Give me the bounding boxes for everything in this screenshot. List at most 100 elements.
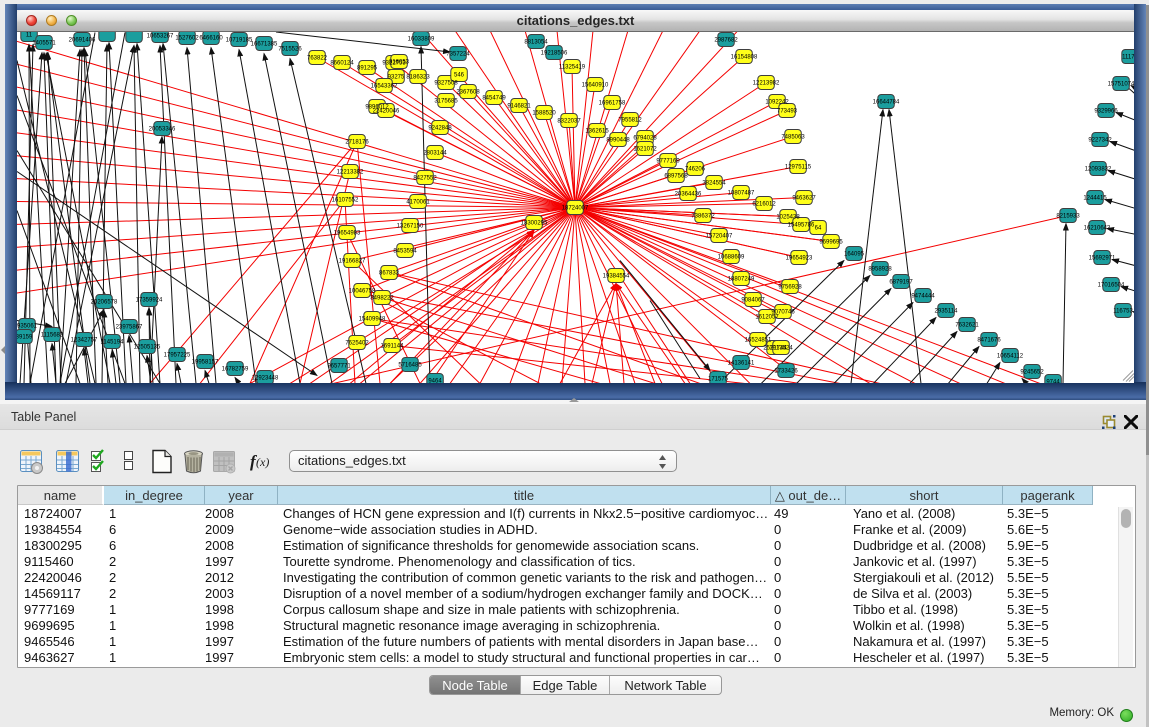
svg-text:16210643: 16210643 [1084, 225, 1111, 231]
svg-text:164095: 164095 [844, 251, 865, 257]
svg-text:2803144: 2803144 [423, 150, 447, 156]
svg-text:891295: 891295 [357, 65, 378, 71]
svg-text:16644784: 16644784 [873, 99, 900, 105]
svg-text:1145194: 1145194 [101, 339, 125, 345]
svg-text:7515526: 7515526 [278, 46, 302, 52]
svg-text:15720407: 15720407 [706, 233, 733, 239]
svg-text:867833: 867833 [379, 270, 400, 276]
svg-text:10688609: 10688609 [718, 254, 745, 260]
svg-text:6879197: 6879197 [889, 279, 913, 285]
svg-text:16961758: 16961758 [599, 100, 626, 106]
svg-text:11171: 11171 [1122, 54, 1134, 60]
svg-text:15409948: 15409948 [359, 316, 386, 322]
svg-text:1092242: 1092242 [765, 99, 789, 105]
svg-text:9756928: 9756928 [778, 284, 802, 290]
svg-text:1115682: 1115682 [41, 332, 64, 338]
svg-text:20206578: 20206578 [91, 299, 118, 305]
svg-text:6897568: 6897568 [664, 173, 688, 179]
svg-text:9245652: 9245652 [1020, 369, 1044, 375]
svg-text:16154808: 16154808 [731, 54, 758, 60]
svg-text:9242848: 9242848 [428, 125, 452, 131]
svg-text:20053346: 20053346 [149, 126, 176, 132]
svg-text:22420046: 22420046 [373, 108, 400, 114]
svg-text:16107552: 16107552 [332, 197, 359, 203]
svg-text:8958928: 8958928 [868, 266, 892, 272]
svg-text:9474444: 9474444 [911, 293, 935, 299]
svg-text:15692971: 15692971 [1089, 255, 1116, 261]
svg-text:1691144: 1691144 [381, 343, 405, 349]
svg-text:6466160: 6466160 [199, 35, 223, 41]
svg-text:7625402: 7625402 [345, 340, 369, 346]
svg-text:4170061: 4170061 [406, 199, 430, 205]
svg-text:1733426: 1733426 [774, 368, 798, 374]
svg-text:2987682: 2987682 [714, 37, 738, 43]
svg-text:11325419: 11325419 [559, 64, 586, 70]
svg-text:1913524: 1913524 [769, 345, 793, 351]
svg-text:64: 64 [815, 225, 822, 231]
svg-text:15751074: 15751074 [1108, 81, 1134, 87]
svg-text:13267150: 13267150 [397, 223, 424, 229]
svg-text:816053: 816053 [389, 59, 410, 65]
svg-text:7955812: 7955812 [618, 117, 642, 123]
svg-text:1405571: 1405571 [32, 40, 56, 46]
svg-text:16671385: 16671385 [251, 41, 278, 47]
svg-text:14136141: 14136141 [728, 360, 755, 366]
svg-text:2718176: 2718176 [345, 139, 369, 145]
svg-text:3175685: 3175685 [434, 98, 458, 104]
svg-text:16543362: 16543362 [371, 83, 398, 89]
svg-text:9777169: 9777169 [656, 158, 680, 164]
svg-text:10807487: 10807487 [728, 190, 755, 196]
svg-text:19654983: 19654983 [334, 230, 361, 236]
svg-text:9070746: 9070746 [771, 309, 795, 315]
svg-text:12093832: 12093832 [1085, 166, 1112, 172]
svg-text:16524851: 16524851 [745, 337, 772, 343]
svg-text:8660124: 8660124 [330, 60, 354, 66]
svg-text:763822: 763822 [307, 55, 328, 61]
svg-text:17359924: 17359924 [136, 297, 163, 303]
svg-text:10719185: 10719185 [226, 37, 253, 43]
svg-text:8186323: 8186323 [406, 74, 430, 80]
svg-text:6794028: 6794028 [633, 135, 657, 141]
svg-text:18807249: 18807249 [728, 276, 755, 282]
svg-text:1244415: 1244415 [1083, 195, 1107, 201]
svg-text:12505135: 12505135 [134, 344, 161, 350]
svg-text:8215933: 8215933 [1056, 213, 1080, 219]
svg-text:19958157: 19958157 [192, 359, 219, 365]
svg-text:39159: 39159 [17, 334, 33, 340]
svg-text:8813054: 8813054 [524, 39, 548, 45]
svg-text:15495786: 15495786 [788, 222, 815, 228]
svg-text:935061: 935061 [17, 323, 38, 329]
svg-text:18300295: 18300295 [521, 220, 548, 226]
svg-text:9699695: 9699695 [819, 239, 843, 245]
svg-text:7357224: 7357224 [446, 51, 470, 57]
svg-text:2935114: 2935114 [935, 308, 959, 314]
svg-text:1621072: 1621072 [633, 146, 657, 152]
svg-text:17016504: 17016504 [1098, 282, 1125, 288]
svg-text:10046758: 10046758 [349, 288, 376, 294]
svg-text:11: 11 [26, 32, 33, 38]
svg-text:12213982: 12213982 [753, 80, 780, 86]
svg-text:8498222: 8498222 [370, 295, 394, 301]
svg-text:19218506: 19218506 [541, 50, 568, 56]
svg-text:18724007: 18724007 [562, 205, 589, 211]
svg-text:546: 546 [454, 72, 465, 78]
svg-text:9146821: 9146821 [507, 103, 531, 109]
svg-text:746206: 746206 [685, 166, 706, 172]
svg-text:8322037: 8322037 [557, 118, 581, 124]
svg-text:12342757: 12342757 [71, 337, 98, 343]
svg-text:20691406: 20691406 [69, 37, 96, 43]
svg-text:19384554: 19384554 [603, 273, 630, 279]
svg-text:19166827: 19166827 [339, 258, 366, 264]
svg-text:8453594: 8453594 [393, 248, 417, 254]
svg-text:9084067: 9084067 [741, 297, 765, 303]
svg-text:16782759: 16782759 [222, 366, 249, 372]
svg-text:16033809: 16033809 [408, 36, 435, 42]
svg-text:9464: 9464 [428, 378, 442, 382]
svg-text:9744: 9744 [1046, 379, 1060, 382]
svg-text:2367608: 2367608 [456, 89, 480, 95]
svg-text:12923448: 12923448 [252, 375, 279, 381]
svg-text:12213382: 12213382 [337, 169, 364, 175]
svg-text:10654112: 10654112 [997, 353, 1024, 359]
svg-text:8990448: 8990448 [606, 137, 630, 143]
svg-text:1588520: 1588520 [532, 110, 556, 116]
